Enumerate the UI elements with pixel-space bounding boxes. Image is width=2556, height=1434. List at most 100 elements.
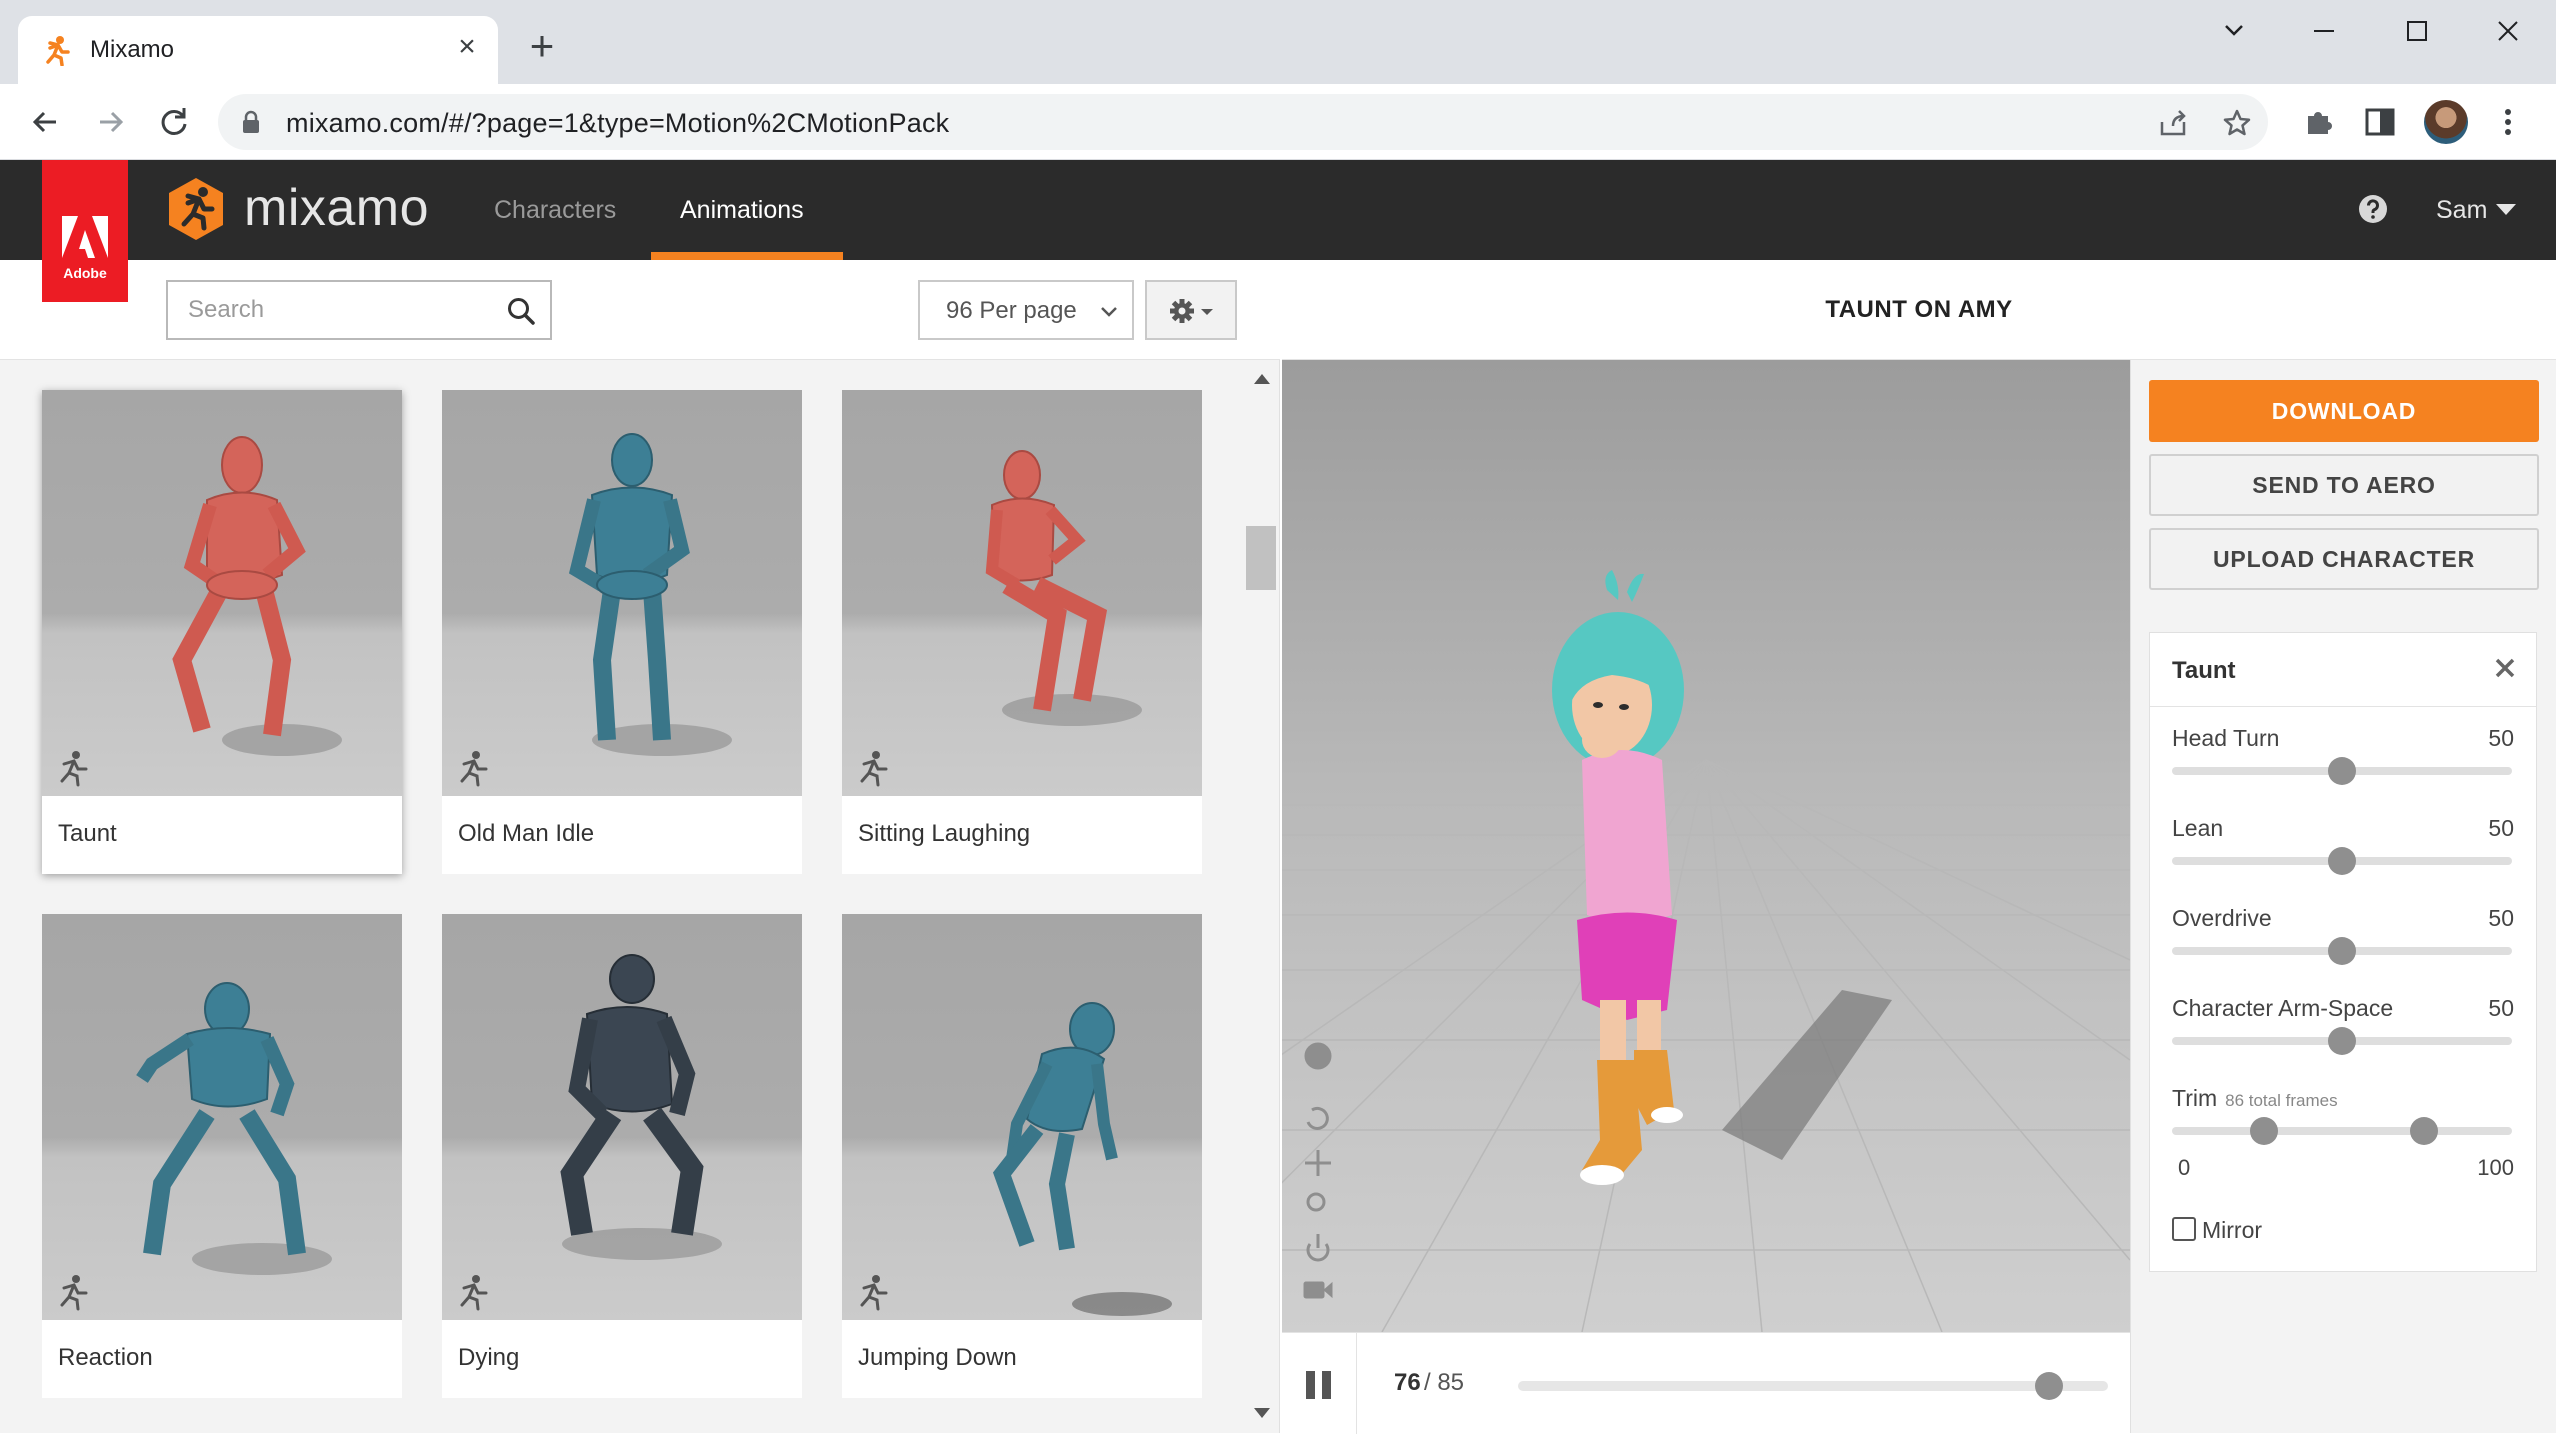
send-to-aero-button[interactable]: SEND TO AERO [2149,454,2539,516]
3d-viewport[interactable] [1282,360,2130,1332]
browser-tab[interactable]: Mixamo × [18,16,498,84]
tab-title: Mixamo [90,36,175,63]
animation-browser: 96 Per page [0,260,1280,1433]
animation-type-icon [860,751,888,787]
settings-title: Taunt [2172,657,2236,684]
animation-card-jumping-down[interactable]: Jumping Down [842,914,1202,1398]
mixamo-logo-icon[interactable] [166,176,226,242]
animation-card-dying[interactable]: Dying [442,914,802,1398]
mirror-checkbox[interactable] [2172,1217,2196,1241]
param-label-overdrive: Overdrive [2172,905,2272,931]
download-button[interactable]: DOWNLOAD [2149,380,2539,442]
animation-card-reaction[interactable]: Reaction [42,914,402,1398]
minimize-icon[interactable] [2294,14,2354,48]
list-scrollbar[interactable] [1242,364,1276,1433]
user-menu-caret-icon[interactable] [2496,204,2516,215]
animation-name: Taunt [58,820,117,847]
url-text: mixamo.com/#/?page=1&type=Motion%2CMotio… [286,108,950,138]
trim-end-knob[interactable] [2409,1117,2438,1145]
mixamo-logo-text[interactable]: mixamo [244,178,429,238]
close-icon[interactable] [2492,655,2518,681]
pause-icon[interactable] [1306,1371,1332,1399]
trim-total-frames: 86 total frames [2225,1091,2338,1110]
animation-type-icon [60,1275,88,1311]
trim-title: Trim [2172,1085,2218,1111]
close-window-icon[interactable] [2478,14,2538,48]
tab-characters[interactable]: Characters [494,196,616,225]
trim-min-value: 0 [2178,1155,2191,1180]
timeline-knob[interactable] [2035,1372,2063,1400]
reload-icon[interactable] [154,102,194,142]
reset-icon [1306,1234,1330,1262]
side-panel: DOWNLOAD SEND TO AERO UPLOAD CHARACTER T… [2130,360,2556,1433]
slider-knob[interactable] [2328,1027,2356,1055]
animation-thumbnail [42,914,402,1320]
extensions-puzzle-icon[interactable] [2300,104,2336,140]
playbar-divider [1356,1333,1357,1434]
tab-animations[interactable]: Animations [680,196,804,225]
animation-card-old-man-idle[interactable]: Old Man Idle [442,390,802,874]
param-label-arm-space: Character Arm-Space [2172,995,2394,1021]
viewport-tools [1303,1042,1333,1299]
zoom-icon [1306,1192,1326,1212]
arm-space-slider[interactable] [2172,1027,2512,1055]
current-frame: 76 [1394,1369,1421,1396]
animation-settings: Taunt Head Turn 50 Lean 50 Overdrive 50 … [2149,632,2537,1272]
share-icon[interactable] [2158,108,2188,138]
bookmark-star-icon[interactable] [2222,108,2252,138]
head-turn-slider[interactable] [2172,757,2512,785]
animation-card-sitting-laughing[interactable]: Sitting Laughing [842,390,1202,874]
trim-slider[interactable] [2172,1117,2512,1145]
animation-name: Sitting Laughing [858,820,1031,847]
animation-thumbnail [442,914,802,1320]
mirror-label: Mirror [2202,1217,2263,1243]
forward-icon[interactable] [90,102,130,142]
animation-thumbnail [842,390,1202,796]
search-icon[interactable] [506,296,536,326]
per-page-value: 96 Per page [946,297,1077,324]
adobe-logo[interactable]: Adobe [42,160,128,302]
param-value-overdrive: 50 [2488,905,2514,931]
animation-name: Reaction [58,1344,153,1371]
side-panel-icon[interactable] [2362,104,2398,140]
user-menu[interactable]: Sam [2436,196,2487,225]
viewer-title: TAUNT ON AMY [1825,296,2013,323]
rotate-icon [1306,1106,1329,1130]
upload-character-button[interactable]: UPLOAD CHARACTER [2149,528,2539,590]
timeline-slider[interactable] [1518,1372,2108,1400]
overdrive-slider[interactable] [2172,937,2512,965]
help-icon[interactable] [2358,194,2388,224]
settings-dropdown-button[interactable] [1145,280,1237,340]
trim-start-knob[interactable] [2249,1117,2278,1145]
scroll-up-icon[interactable] [1254,374,1270,384]
slider-knob[interactable] [2328,937,2356,965]
viewer-header: TAUNT ON AMY [1282,260,2556,360]
close-tab-icon[interactable]: × [452,32,482,62]
slider-knob[interactable] [2328,757,2356,785]
scroll-thumb[interactable] [1246,526,1276,590]
browser-toolbar: mixamo.com/#/?page=1&type=Motion%2CMotio… [0,84,2556,160]
address-bar[interactable]: mixamo.com/#/?page=1&type=Motion%2CMotio… [218,94,2268,150]
param-label-lean: Lean [2172,815,2224,841]
search-box[interactable] [166,280,552,340]
scroll-down-icon[interactable] [1254,1408,1270,1418]
chevron-down-icon [1101,307,1117,317]
lean-slider[interactable] [2172,847,2512,875]
tab-search-chevron-icon[interactable] [2204,14,2264,48]
search-input[interactable] [168,282,488,338]
maximize-icon[interactable] [2386,14,2446,48]
back-icon[interactable] [26,102,66,142]
profile-avatar[interactable] [2424,100,2468,144]
per-page-select[interactable]: 96 Per page [918,280,1134,340]
new-tab-icon[interactable]: + [522,25,562,68]
lock-icon [243,110,259,133]
animation-type-icon [460,1275,488,1311]
animation-type-icon [860,1275,888,1311]
animation-card-taunt[interactable]: Taunt [42,390,402,874]
settings-header: Taunt [2150,633,2536,707]
jumping-down-figure-icon [992,1002,1172,1316]
reaction-figure-icon [136,982,332,1275]
kebab-menu-icon[interactable] [2490,104,2526,140]
slider-knob[interactable] [2328,847,2356,875]
animation-thumbnail [42,390,402,796]
